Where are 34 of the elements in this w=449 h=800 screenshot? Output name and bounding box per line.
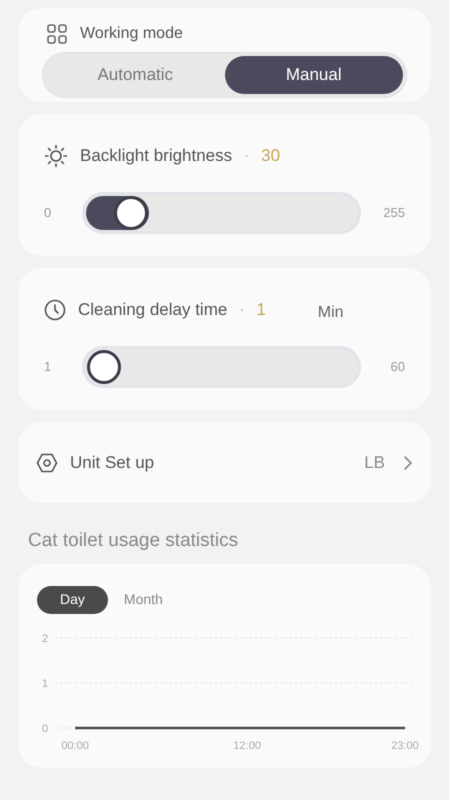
setting-value: 30 [261, 145, 280, 168]
clock-icon [44, 299, 66, 321]
setting-title: Backlight brightness [80, 145, 232, 168]
grid-icon [46, 23, 68, 45]
slider-thumb[interactable] [114, 196, 148, 230]
separator-dot: · [239, 300, 244, 320]
separator-dot: · [244, 146, 250, 166]
setting-title: Cleaning delay time [78, 299, 228, 322]
setting-title: Working mode [80, 24, 183, 44]
chevron-right-icon [403, 454, 413, 470]
unit-value: LB [364, 452, 385, 474]
y-tick-label: 1 [42, 678, 48, 690]
unit-setup-row[interactable]: Unit Set up LB [18, 422, 431, 503]
x-tick-label: 12:00 [233, 740, 261, 752]
slider-track[interactable] [82, 192, 361, 234]
slider-thumb[interactable] [87, 350, 122, 384]
x-tick-label: 23:00 [391, 740, 419, 752]
statistics-heading: Cat toilet usage statistics [28, 529, 240, 553]
max-label: 60 [390, 358, 405, 376]
sun-icon [44, 144, 68, 168]
max-label: 255 [382, 204, 405, 222]
slider-track[interactable] [82, 346, 361, 388]
period-tab[interactable]: Day [37, 586, 108, 614]
x-tick-label: 00:00 [61, 740, 89, 752]
y-tick-label: 2 [42, 632, 48, 644]
setting-value: 1 [256, 299, 266, 322]
unit-label: Min [318, 303, 344, 323]
y-tick-label: 0 [42, 722, 48, 734]
mode-option[interactable]: Manual [224, 56, 403, 94]
mode-option[interactable]: Automatic [46, 56, 224, 94]
min-label: 0 [44, 204, 52, 222]
hexagon-icon [36, 452, 58, 472]
setting-title: Unit Set up [70, 452, 156, 474]
min-label: 1 [44, 358, 52, 376]
